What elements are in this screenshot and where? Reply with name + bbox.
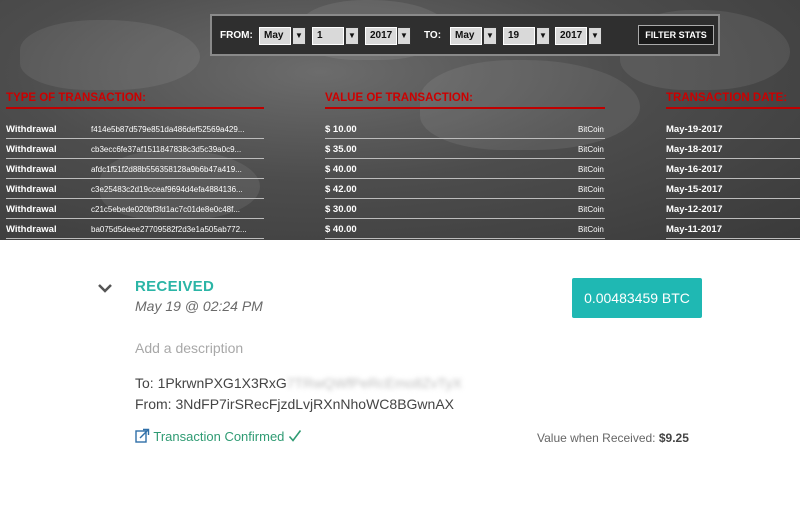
table-row: Withdrawal c3e25483c2d19cceaf9694d4efa488… [6, 179, 264, 199]
checkmark-icon [288, 430, 302, 442]
to-label: TO: [424, 30, 442, 41]
transaction-amount-badge: 0.00483459 BTC [572, 278, 702, 318]
transaction-hash: afdc1f51f2d88b556358128a9b6b47a419... [91, 165, 242, 174]
transaction-type: Withdrawal [6, 224, 57, 235]
from-month-select[interactable]: May [259, 27, 291, 45]
currency-label: BitCoin [578, 165, 604, 174]
currency-label: BitCoin [578, 125, 604, 134]
table-row: Withdrawal afdc1f51f2d88b556358128a9b6b47… [6, 159, 264, 179]
from-year-select[interactable]: 2017 [365, 27, 397, 45]
transaction-type: Withdrawal [6, 124, 57, 135]
transaction-value: $ 35.00 [325, 144, 357, 155]
currency-label: BitCoin [578, 205, 604, 214]
confirmation-text: Transaction Confirmed [153, 429, 285, 444]
chevron-down-icon[interactable]: ▼ [483, 27, 497, 45]
transaction-date: May-12-2017 [666, 204, 723, 215]
table-row: May-11-2017 [666, 219, 800, 239]
world-map-shape [20, 20, 200, 90]
transaction-hash: c21c5ebede020bf3fd1ac7c01de8e0c48f... [91, 205, 241, 214]
transaction-type: Withdrawal [6, 164, 57, 175]
from-label: FROM: [220, 30, 253, 41]
from-address: 3NdFP7irSRecFjzdLvjRXnNhoWC8BGwnAX [175, 396, 454, 412]
chevron-down-icon[interactable]: ▼ [345, 27, 359, 45]
table-row: $ 40.00 BitCoin [325, 159, 605, 179]
transaction-date: May-19-2017 [666, 124, 723, 135]
to-address: 1PkrwnPXG1X3RxG [157, 375, 287, 391]
transaction-hash: ba075d5deee27709582f2d3e1a505ab772... [91, 225, 247, 234]
currency-label: BitCoin [578, 225, 604, 234]
transaction-stats-panel: FROM: May ▼ 1 ▼ 2017 ▼ TO: May ▼ 19 ▼ 20… [0, 0, 800, 240]
transaction-value: $ 42.00 [325, 184, 357, 195]
table-row: $ 30.00 BitCoin [325, 199, 605, 219]
chevron-down-icon[interactable]: ▼ [588, 27, 602, 45]
transaction-value: $ 10.00 [325, 124, 357, 135]
transaction-hash: c3e25483c2d19cceaf9694d4efa4884136... [91, 185, 243, 194]
table-row: $ 40.00 BitCoin [325, 219, 605, 239]
table-row: Withdrawal ba075d5deee27709582f2d3e1a505a… [6, 219, 264, 239]
type-column-header: TYPE OF TRANSACTION: [6, 92, 264, 109]
filter-stats-button[interactable]: FILTER STATS [638, 25, 714, 45]
to-address-line: To: 1PkrwnPXG1X3RxG7TRwQWfPeRcEmo8ZvTyX [135, 375, 462, 391]
currency-label: BitCoin [578, 145, 604, 154]
value-column-header: VALUE OF TRANSACTION: [325, 92, 605, 109]
table-row: May-19-2017 [666, 119, 800, 139]
transaction-status: RECEIVED [135, 278, 215, 295]
transaction-date: May-15-2017 [666, 184, 723, 195]
table-row: $ 10.00 BitCoin [325, 119, 605, 139]
chevron-down-icon[interactable]: ▼ [292, 27, 306, 45]
transaction-value: $ 30.00 [325, 204, 357, 215]
transaction-type: Withdrawal [6, 144, 57, 155]
transaction-confirmed-link[interactable]: Transaction Confirmed [135, 428, 302, 444]
table-row: May-15-2017 [666, 179, 800, 199]
table-row: Withdrawal cb3ecc6fe37af1511847838c3d5c39… [6, 139, 264, 159]
date-filter-bar: FROM: May ▼ 1 ▼ 2017 ▼ TO: May ▼ 19 ▼ 20… [210, 14, 720, 56]
to-month-select[interactable]: May [450, 27, 482, 45]
transaction-date: May-11-2017 [666, 224, 722, 235]
to-label: To: [135, 375, 158, 391]
table-row: $ 42.00 BitCoin [325, 179, 605, 199]
table-row: May-16-2017 [666, 159, 800, 179]
external-link-icon [135, 428, 150, 443]
to-year-select[interactable]: 2017 [555, 27, 587, 45]
table-row: Withdrawal c21c5ebede020bf3fd1ac7c01de8e0… [6, 199, 264, 219]
transaction-value: $ 40.00 [325, 224, 357, 235]
transaction-type: Withdrawal [6, 184, 57, 195]
chevron-down-icon[interactable]: ▼ [397, 27, 411, 45]
add-description-input[interactable]: Add a description [135, 340, 243, 356]
chevron-down-icon[interactable]: ▼ [536, 27, 550, 45]
table-row: $ 35.00 BitCoin [325, 139, 605, 159]
transaction-hash: f414e5b87d579e851da486def52569a429... [91, 125, 245, 134]
from-day-select[interactable]: 1 [312, 27, 344, 45]
value-when-received: Value when Received: $9.25 [537, 431, 689, 445]
table-row: Withdrawal f414e5b87d579e851da486def52569… [6, 119, 264, 139]
transaction-hash: cb3ecc6fe37af1511847838c3d5c39a0c9... [91, 145, 242, 154]
to-day-select[interactable]: 19 [503, 27, 535, 45]
table-row: May-18-2017 [666, 139, 800, 159]
currency-label: BitCoin [578, 185, 604, 194]
transaction-type: Withdrawal [6, 204, 57, 215]
transaction-date: May-18-2017 [666, 144, 723, 155]
to-address-redacted: 7TRwQWfPeRcEmo8ZvTyX [286, 375, 462, 391]
transaction-datetime: May 19 @ 02:24 PM [135, 298, 263, 314]
value-amount: $9.25 [658, 431, 689, 445]
from-label: From: [135, 396, 176, 412]
transaction-value: $ 40.00 [325, 164, 357, 175]
date-column-header: TRANSACTION DATE: [666, 92, 800, 109]
chevron-down-icon[interactable] [96, 280, 114, 296]
from-address-line: From: 3NdFP7irSRecFjzdLvjRXnNhoWC8BGwnAX [135, 396, 454, 412]
table-row: May-12-2017 [666, 199, 800, 219]
transaction-date: May-16-2017 [666, 164, 723, 175]
value-label: Value when Received: [537, 431, 659, 445]
